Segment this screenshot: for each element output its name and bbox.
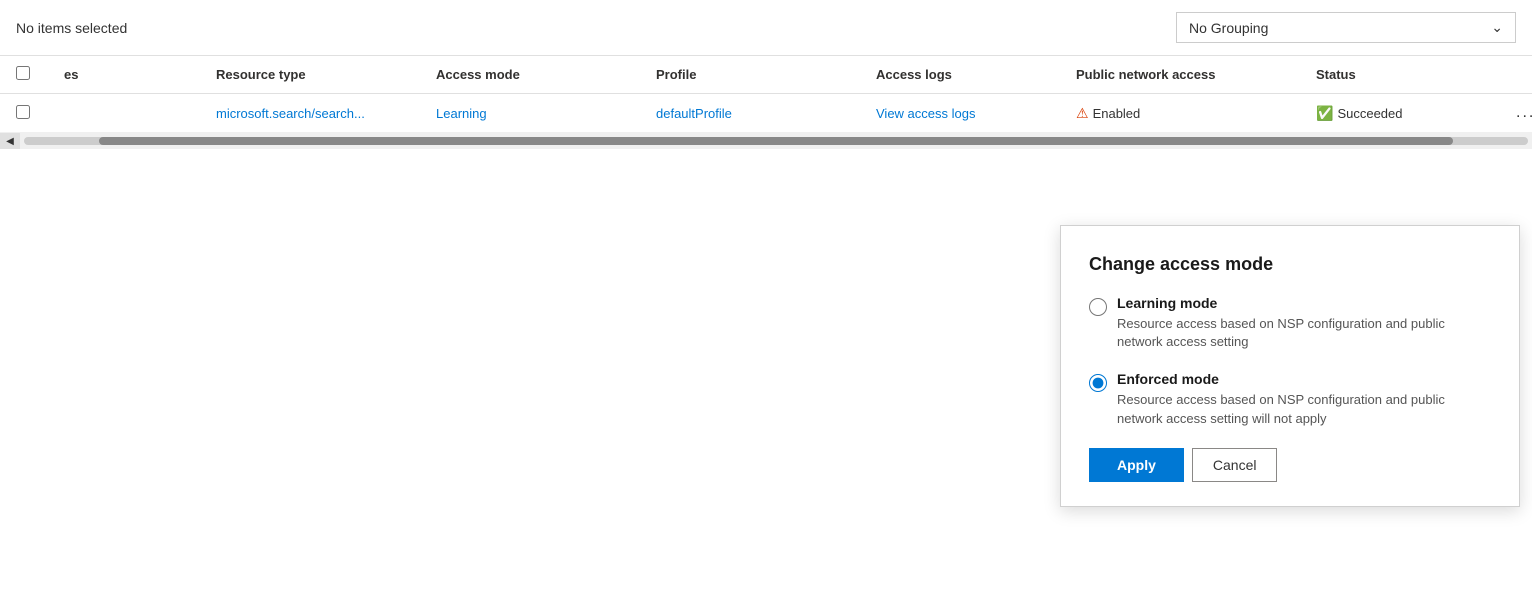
- public-network-value: Enabled: [1093, 106, 1141, 121]
- learning-mode-radio[interactable]: [1089, 298, 1107, 316]
- resource-type-link[interactable]: microsoft.search/search...: [216, 106, 365, 121]
- grouping-label: No Grouping: [1189, 20, 1268, 36]
- popup-title: Change access mode: [1089, 254, 1491, 275]
- col-resource-header: Resource type: [216, 67, 436, 82]
- change-access-mode-panel: Change access mode Learning mode Resourc…: [1060, 225, 1520, 507]
- row-more-cell: ...: [1516, 104, 1532, 122]
- learning-mode-option: Learning mode Resource access based on N…: [1089, 295, 1491, 351]
- no-items-label: No items selected: [16, 20, 127, 36]
- enforced-mode-label-group: Enforced mode Resource access based on N…: [1117, 371, 1491, 427]
- col-check-header: [16, 66, 56, 83]
- learning-mode-desc: Resource access based on NSP configurati…: [1117, 315, 1491, 351]
- enforced-mode-label: Enforced mode: [1117, 371, 1491, 387]
- learning-mode-label: Learning mode: [1117, 295, 1491, 311]
- enforced-mode-desc: Resource access based on NSP configurati…: [1117, 391, 1491, 427]
- row-checkbox[interactable]: [16, 105, 30, 119]
- profile-link[interactable]: defaultProfile: [656, 106, 732, 121]
- row-profile-cell: defaultProfile: [656, 105, 876, 121]
- popup-buttons: Apply Cancel: [1089, 448, 1491, 482]
- success-icon: ✅: [1316, 105, 1333, 122]
- learning-mode-label-group: Learning mode Resource access based on N…: [1117, 295, 1491, 351]
- cancel-button[interactable]: Cancel: [1192, 448, 1278, 482]
- table-row: microsoft.search/search... Learning defa…: [0, 94, 1532, 133]
- warning-icon: ⚠: [1076, 105, 1089, 122]
- horizontal-scrollbar[interactable]: ◀: [0, 133, 1532, 149]
- row-resource-cell: microsoft.search/search...: [216, 105, 436, 121]
- col-name-header: es: [56, 67, 216, 82]
- row-access-cell: Learning: [436, 105, 656, 121]
- col-profile-header: Profile: [656, 67, 876, 82]
- scroll-thumb[interactable]: [99, 137, 1453, 145]
- scroll-left-icon: ◀: [6, 136, 14, 147]
- enforced-mode-radio[interactable]: [1089, 374, 1107, 392]
- row-checkbox-cell: [16, 105, 56, 122]
- row-status-cell: ✅ Succeeded: [1316, 105, 1516, 122]
- col-status-header: Status: [1316, 67, 1516, 82]
- grouping-dropdown[interactable]: No Grouping ⌄: [1176, 12, 1516, 43]
- col-logs-header: Access logs: [876, 67, 1076, 82]
- table: es Resource type Access mode Profile Acc…: [0, 56, 1532, 149]
- access-logs-link[interactable]: View access logs: [876, 106, 975, 121]
- more-options-button[interactable]: ...: [1516, 104, 1532, 121]
- enforced-mode-option: Enforced mode Resource access based on N…: [1089, 371, 1491, 427]
- scroll-left-button[interactable]: ◀: [0, 133, 20, 149]
- select-all-checkbox[interactable]: [16, 66, 30, 80]
- table-header: es Resource type Access mode Profile Acc…: [0, 56, 1532, 94]
- col-public-header: Public network access: [1076, 67, 1316, 82]
- status-value: Succeeded: [1337, 106, 1402, 121]
- apply-button[interactable]: Apply: [1089, 448, 1184, 482]
- access-mode-link[interactable]: Learning: [436, 106, 487, 121]
- row-public-cell: ⚠ Enabled: [1076, 105, 1316, 122]
- row-logs-cell: View access logs: [876, 105, 1076, 121]
- scroll-track[interactable]: [24, 137, 1528, 145]
- col-access-header: Access mode: [436, 67, 656, 82]
- chevron-down-icon: ⌄: [1491, 19, 1503, 36]
- top-bar: No items selected No Grouping ⌄: [0, 0, 1532, 56]
